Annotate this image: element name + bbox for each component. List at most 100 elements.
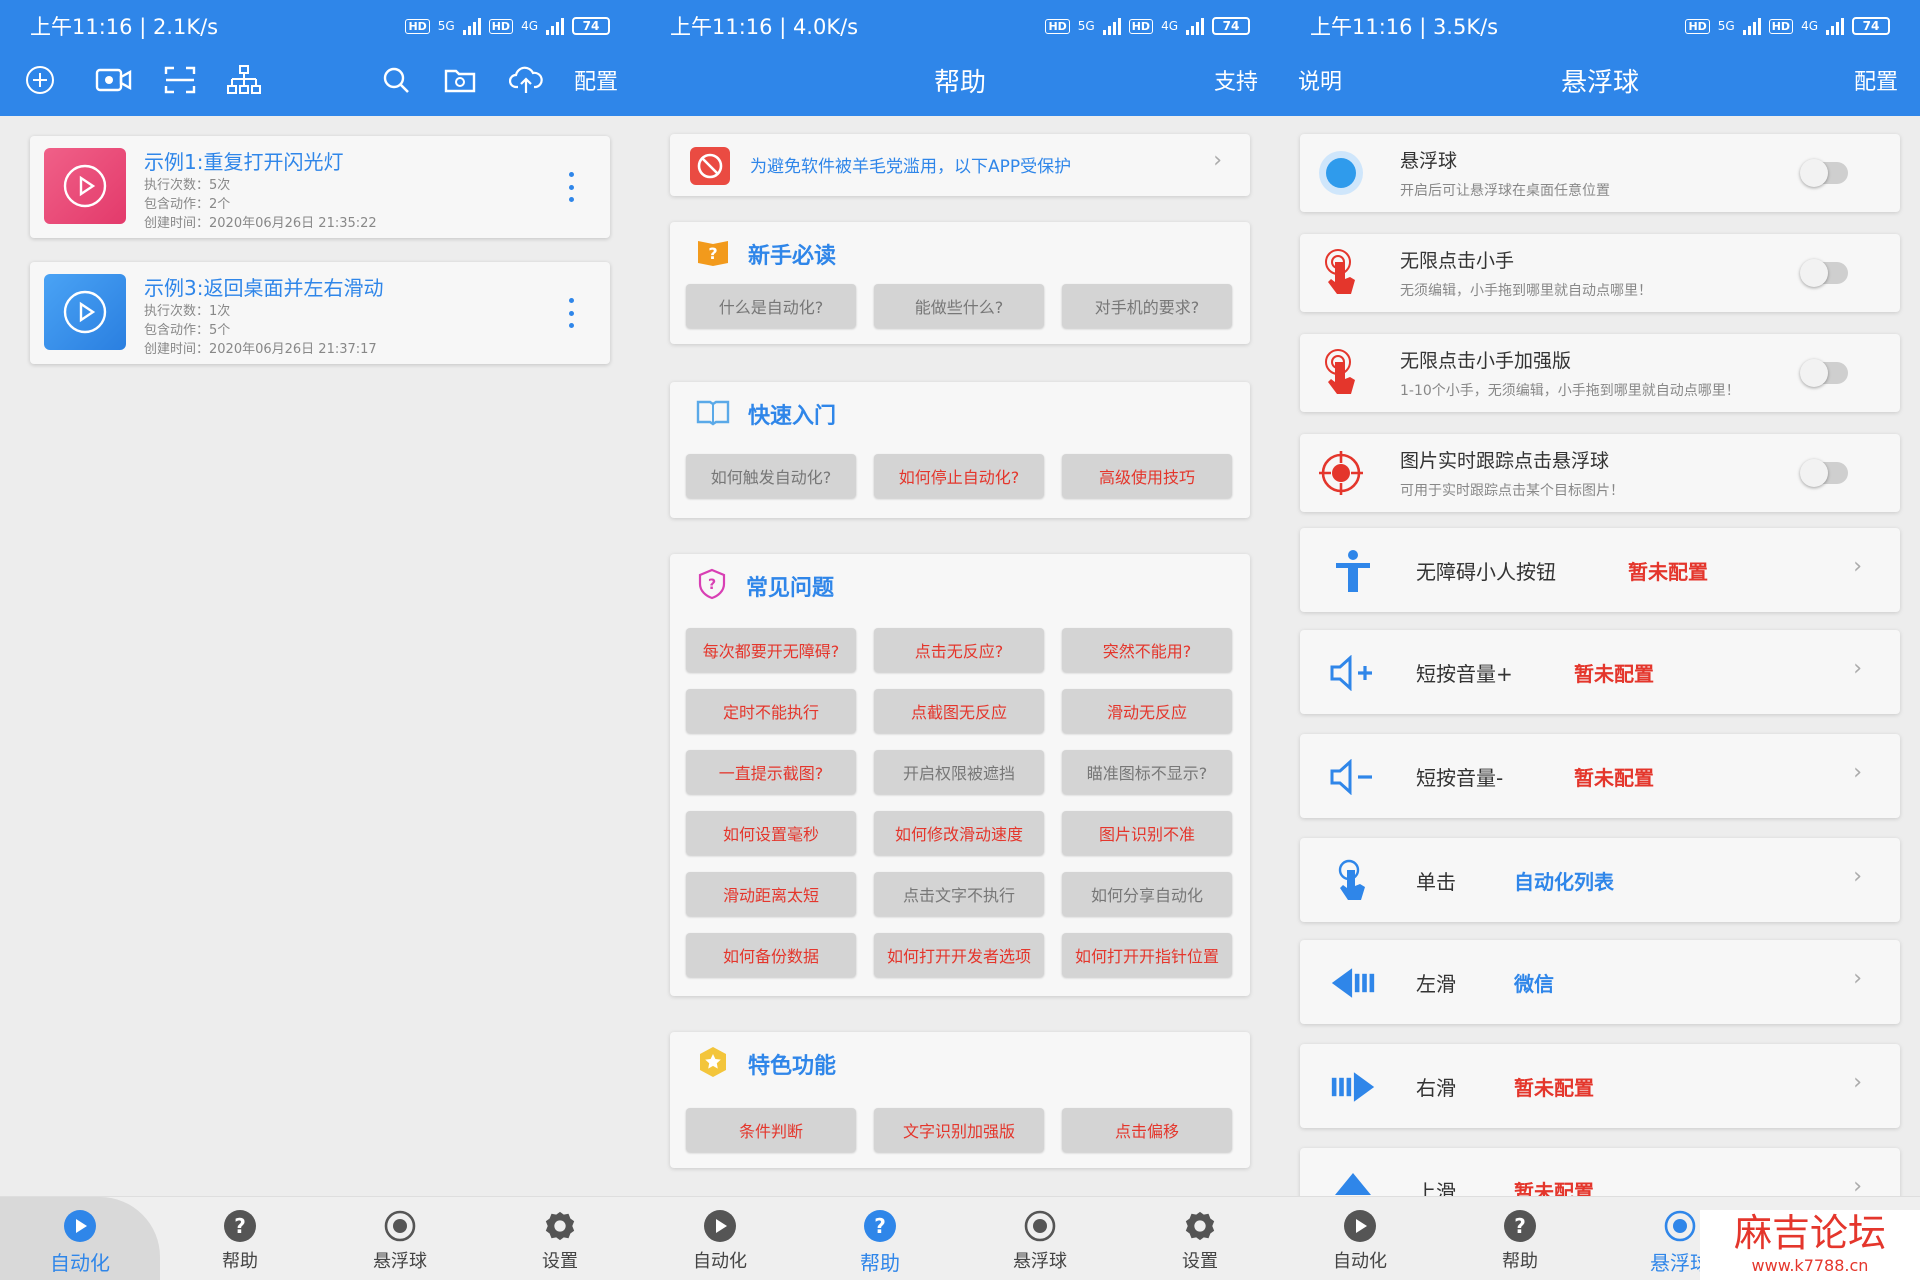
help-chip[interactable]: 对手机的要求? — [1062, 284, 1232, 328]
nav-tab-floatball[interactable]: 悬浮球 — [960, 1197, 1120, 1280]
cloud-upload-icon[interactable] — [504, 58, 548, 102]
nav-tab-settings[interactable]: 设置 — [1120, 1197, 1280, 1280]
action-swipe-right[interactable]: 右滑 暂未配置 › — [1300, 1044, 1900, 1128]
config-button[interactable]: 配置 — [1854, 64, 1898, 96]
nav-label: 自动化 — [50, 1251, 110, 1275]
scan-icon[interactable] — [158, 58, 202, 102]
bottom-nav: 自动化 ? 帮助 悬浮球 设置 — [0, 1196, 640, 1280]
nav-tab-automation[interactable]: 自动化 — [1280, 1197, 1440, 1280]
video-record-icon[interactable] — [92, 58, 136, 102]
toggle-infinite-tap[interactable]: 无限点击小手 无须编辑，小手拖到哪里就自动点哪里！ — [1300, 234, 1900, 312]
action-swipe-left[interactable]: 左滑 微信 › — [1300, 940, 1900, 1024]
help-chip[interactable]: 点击偏移 — [1062, 1108, 1232, 1152]
help-chip[interactable]: 文字识别加强版 — [874, 1108, 1044, 1152]
hierarchy-icon[interactable] — [222, 58, 266, 102]
nav-tab-help[interactable]: ? 帮助 — [800, 1197, 960, 1280]
help-chip[interactable]: 如何停止自动化? — [874, 454, 1044, 498]
config-button[interactable]: 配置 — [574, 64, 618, 96]
page-title: 悬浮球 — [1560, 68, 1639, 98]
toggle-infinite-tap-pro[interactable]: 无限点击小手加强版 1-10个小手，无须编辑，小手拖到哪里就自动点哪里！ — [1300, 334, 1900, 412]
help-chip[interactable]: 点击文字不执行 — [874, 872, 1044, 916]
nav-tab-floatball[interactable]: 悬浮球 — [320, 1197, 480, 1280]
swipe-left-icon — [1330, 960, 1376, 1006]
help-chip[interactable]: 如何打开开发者选项 — [874, 933, 1044, 977]
help-chip[interactable]: 条件判断 — [686, 1108, 856, 1152]
help-chip[interactable]: 突然不能用? — [1062, 628, 1232, 672]
task-card[interactable]: 示例1:重复打开闪光灯 执行次数：5次 包含动作：2个 创建时间：2020年06… — [30, 136, 610, 238]
toggle-subtitle: 无须编辑，小手拖到哪里就自动点哪里！ — [1400, 283, 1652, 299]
help-chip[interactable]: 定时不能执行 — [686, 689, 856, 733]
protected-apps-banner[interactable]: 为避免软件被羊毛党滥用，以下APP受保护 › — [670, 134, 1250, 196]
help-chip[interactable]: 滑动无反应 — [1062, 689, 1232, 733]
action-accessibility-button[interactable]: 无障碍小人按钮 暂未配置 › — [1300, 528, 1900, 612]
support-button[interactable]: 支持 — [1214, 64, 1258, 96]
signal-icon — [546, 17, 564, 35]
help-chip[interactable]: 如何触发自动化? — [686, 454, 856, 498]
more-menu-icon[interactable] — [566, 298, 576, 328]
help-chip[interactable]: 如何打开开指针位置 — [1062, 933, 1232, 977]
help-chip[interactable]: 一直提示截图? — [686, 750, 856, 794]
help-panel: 上午11:16 | 4.0K/s HD 5G HD 4G 74 帮助 支持 为避… — [640, 0, 1280, 1280]
help-chip[interactable]: 开启权限被遮挡 — [874, 750, 1044, 794]
action-volume-down[interactable]: 短按音量- 暂未配置 › — [1300, 734, 1900, 818]
nav-tab-automation[interactable]: 自动化 — [640, 1197, 800, 1280]
help-chip[interactable]: 如何设置毫秒 — [686, 811, 856, 855]
toggle-switch[interactable] — [1800, 459, 1848, 487]
toggle-subtitle: 开启后可让悬浮球在桌面任意位置 — [1400, 183, 1610, 199]
target-icon — [1318, 450, 1364, 496]
help-chip[interactable]: 点截图无反应 — [874, 689, 1044, 733]
watermark-name: 麻吉论坛 — [1733, 1211, 1886, 1255]
section-title: 快速入门 — [748, 404, 837, 429]
chevron-right-icon: › — [1853, 554, 1862, 579]
volume-down-icon — [1330, 754, 1376, 800]
nav-label: 自动化 — [693, 1251, 747, 1272]
help-chip[interactable]: 点击无反应? — [874, 628, 1044, 672]
help-chip[interactable]: 什么是自动化? — [686, 284, 856, 328]
help-circle-icon: ? — [1503, 1209, 1537, 1243]
nav-tab-automation[interactable]: 自动化 — [0, 1197, 160, 1280]
toggle-image-tracking[interactable]: 图片实时跟踪点击悬浮球 可用于实时跟踪点击某个目标图片！ — [1300, 434, 1900, 512]
toggle-floatball[interactable]: 悬浮球 开启后可让悬浮球在桌面任意位置 — [1300, 134, 1900, 212]
toggle-title: 无限点击小手 — [1400, 250, 1515, 272]
signal-icon — [1186, 17, 1204, 35]
action-single-tap[interactable]: 单击 自动化列表 › — [1300, 838, 1900, 922]
battery-icon: 74 — [1212, 17, 1250, 35]
toggle-subtitle: 可用于实时跟踪点击某个目标图片！ — [1400, 483, 1624, 499]
play-thumbnail-icon — [44, 274, 126, 350]
chevron-right-icon: › — [1213, 148, 1222, 173]
help-chip[interactable]: 图片识别不准 — [1062, 811, 1232, 855]
hd-badge: HD — [1045, 18, 1070, 34]
folder-icon[interactable] — [438, 58, 482, 102]
task-card[interactable]: 示例3:返回桌面并左右滑动 执行次数：1次 包含动作：5个 创建时间：2020年… — [30, 262, 610, 364]
toggle-switch[interactable] — [1800, 159, 1848, 187]
gear-icon — [1183, 1209, 1217, 1243]
task-run-count: 执行次数：1次 — [144, 304, 231, 319]
nav-tab-help[interactable]: ? 帮助 — [160, 1197, 320, 1280]
section-quickstart: 快速入门 如何触发自动化? 如何停止自动化? 高级使用技巧 — [670, 382, 1250, 518]
more-menu-icon[interactable] — [566, 172, 576, 202]
help-chip[interactable]: 如何修改滑动速度 — [874, 811, 1044, 855]
help-chip[interactable]: 如何分享自动化 — [1062, 872, 1232, 916]
help-chip[interactable]: 瞄准图标不显示? — [1062, 750, 1232, 794]
floating-ball-icon — [1318, 150, 1364, 196]
add-circle-icon[interactable] — [18, 58, 62, 102]
instructions-button[interactable]: 说明 — [1298, 64, 1342, 96]
action-volume-up[interactable]: 短按音量+ 暂未配置 › — [1300, 630, 1900, 714]
help-chip[interactable]: 滑动距离太短 — [686, 872, 856, 916]
nav-tab-help[interactable]: ? 帮助 — [1440, 1197, 1600, 1280]
swipe-right-icon — [1330, 1064, 1376, 1110]
app-bar: 上午11:16 | 2.1K/s HD 5G HD 4G 74 配置 — [0, 0, 640, 116]
status-time-speed: 上午11:16 | 3.5K/s — [1310, 15, 1499, 39]
open-book-icon — [696, 398, 730, 430]
play-circle-icon — [703, 1209, 737, 1243]
search-icon[interactable] — [374, 58, 418, 102]
help-chip[interactable]: 如何备份数据 — [686, 933, 856, 977]
toggle-switch[interactable] — [1800, 259, 1848, 287]
help-chip[interactable]: 高级使用技巧 — [1062, 454, 1232, 498]
section-title: 新手必读 — [748, 244, 837, 269]
nav-tab-settings[interactable]: 设置 — [480, 1197, 640, 1280]
help-chip[interactable]: 每次都要开无障碍? — [686, 628, 856, 672]
toggle-switch[interactable] — [1800, 359, 1848, 387]
help-chip[interactable]: 能做些什么? — [874, 284, 1044, 328]
svg-text:?: ? — [708, 244, 717, 263]
